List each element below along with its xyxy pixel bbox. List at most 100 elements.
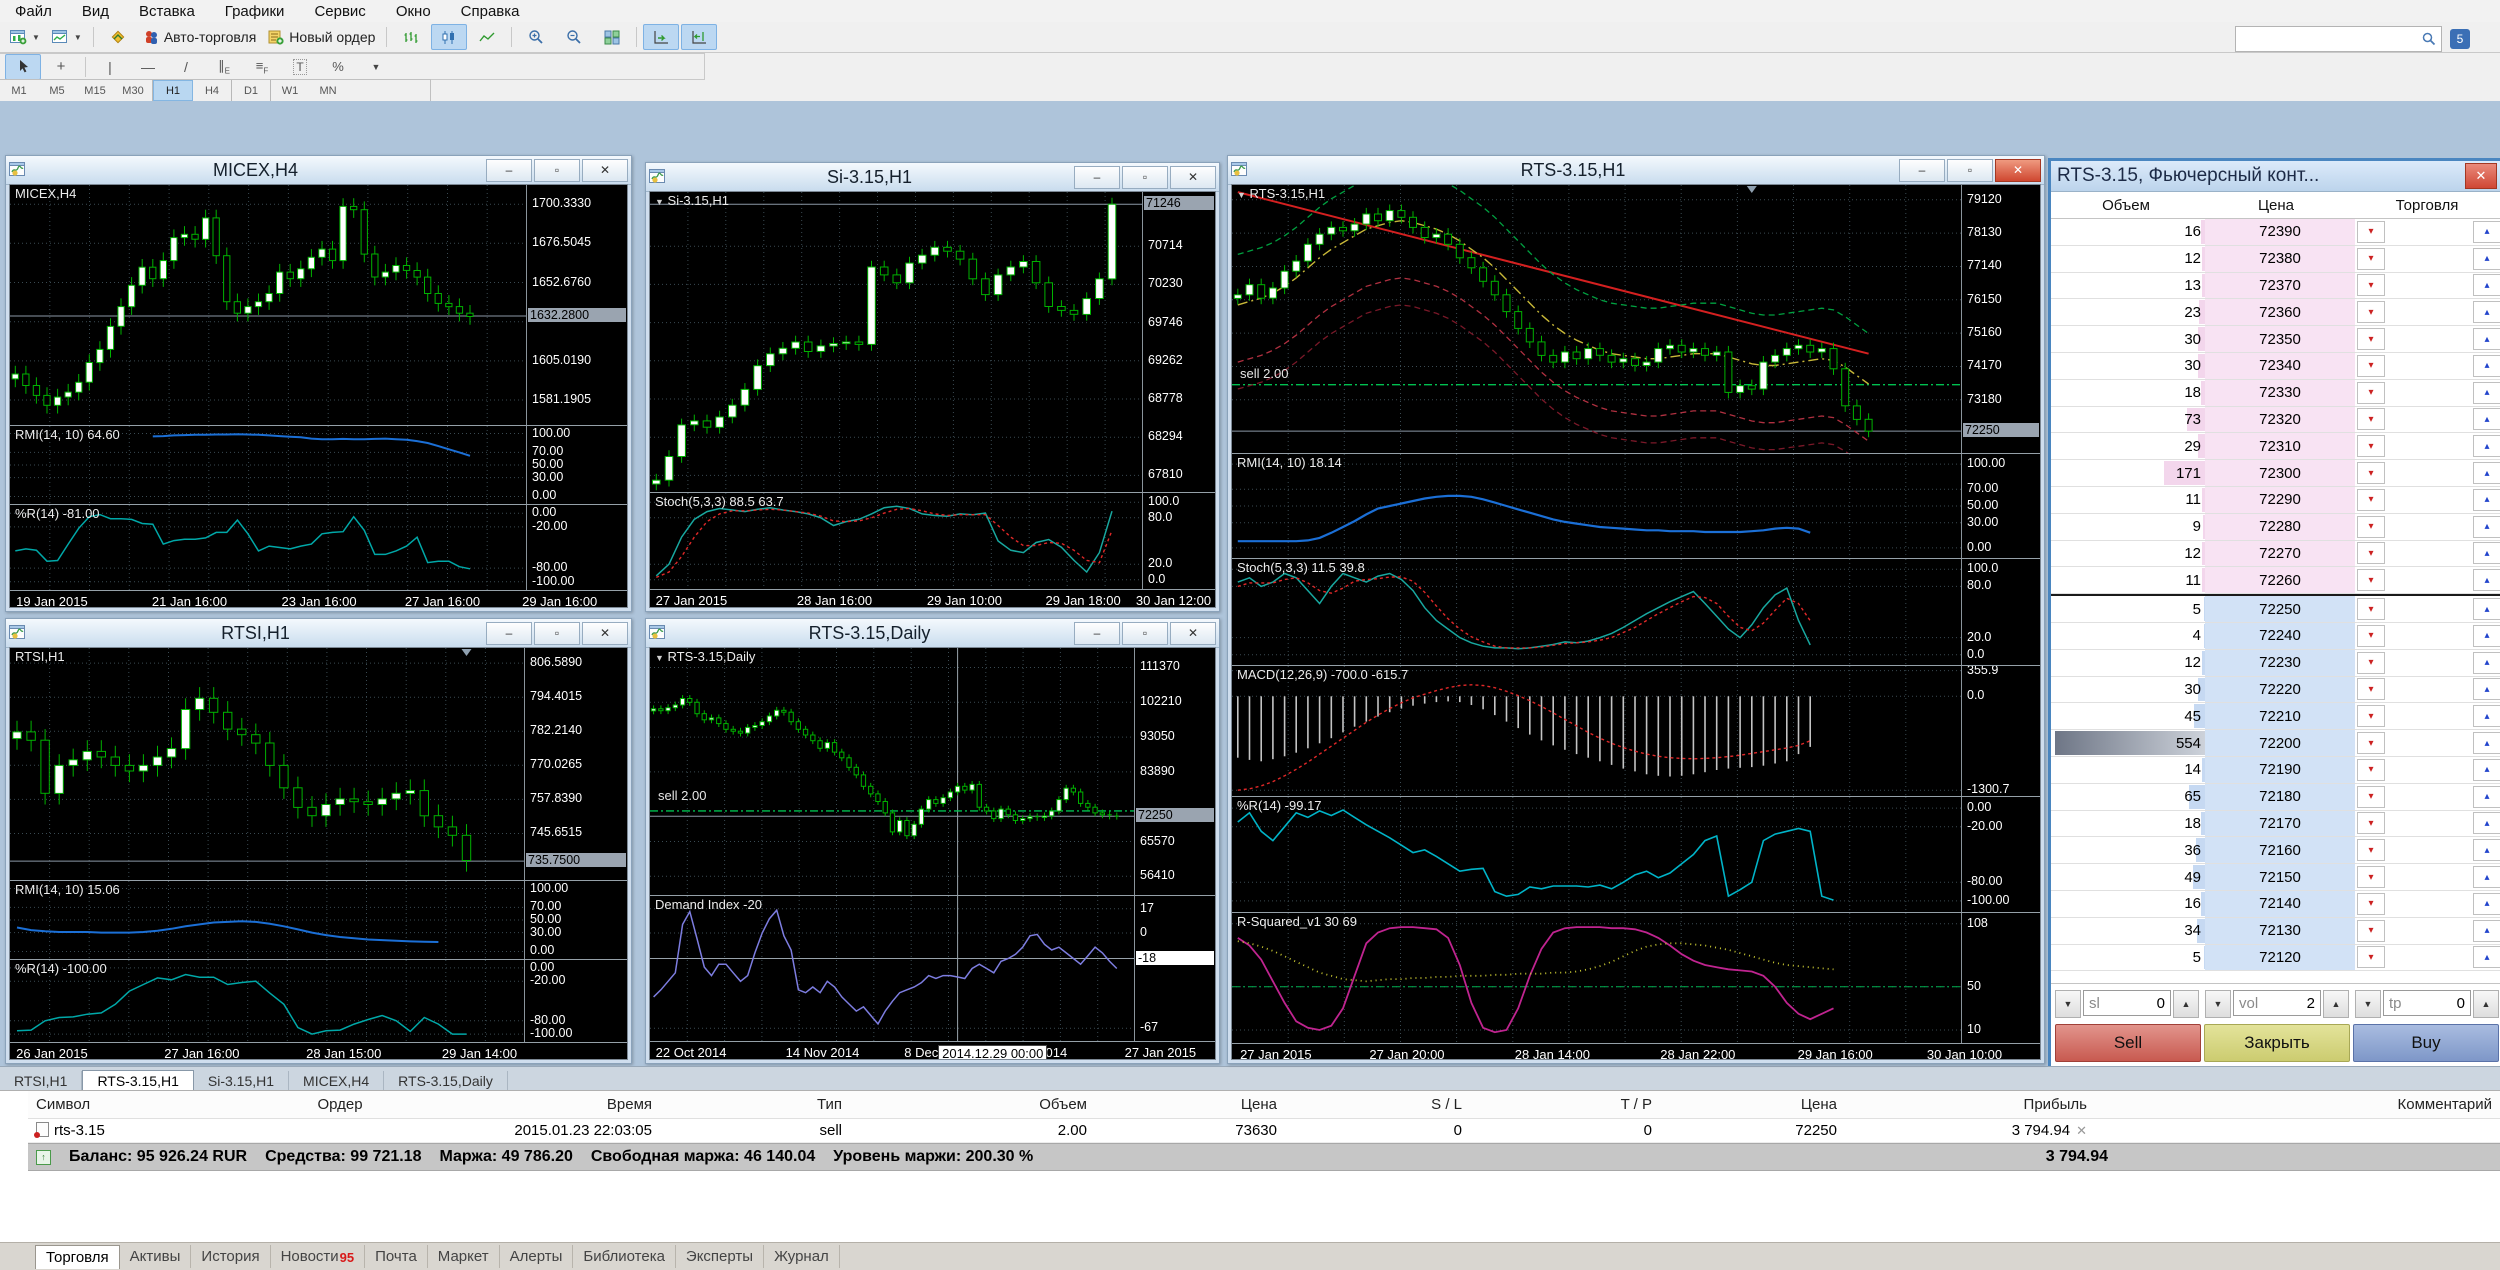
sell-at-72230-icon[interactable]: ▾	[2357, 652, 2385, 674]
chart-body-micex[interactable]: MICEX,H41700.33301676.50451652.67601605.…	[9, 184, 628, 608]
timeframe-M1[interactable]: M1	[0, 80, 38, 101]
menu-item-2[interactable]: Вставка	[124, 3, 210, 20]
sell-at-72190-icon[interactable]: ▾	[2357, 759, 2385, 781]
dom-price[interactable]: 72320	[2205, 407, 2355, 433]
timeframe-M30[interactable]: M30	[114, 80, 152, 101]
buy-at-72270-icon[interactable]: ▴	[2473, 542, 2500, 564]
buy-at-72330-icon[interactable]: ▴	[2473, 382, 2500, 404]
buy-at-72370-icon[interactable]: ▴	[2473, 274, 2500, 296]
minimize-icon[interactable]: –	[1899, 159, 1945, 182]
maximize-icon[interactable]: ▫	[534, 159, 580, 182]
price-scale[interactable]: 100.080.020.00.0	[1961, 559, 2040, 665]
dom-price[interactable]: 72150	[2205, 864, 2355, 890]
dom-price[interactable]: 72360	[2205, 299, 2355, 325]
buy-button[interactable]: Buy	[2353, 1024, 2499, 1062]
chart-tab-RTS-3.15,Daily[interactable]: RTS-3.15,Daily	[384, 1071, 508, 1091]
dom-price[interactable]: 72160	[2205, 837, 2355, 863]
trade-col-8[interactable]: Цена	[1660, 1091, 1845, 1118]
time-axis[interactable]: 22 Oct 201414 Nov 20148 Dec2014.12.29 00…	[650, 1042, 1215, 1060]
dom-price[interactable]: 72170	[2205, 811, 2355, 837]
timeframe-W1[interactable]: W1	[271, 80, 309, 101]
timeframe-M5[interactable]: M5	[38, 80, 76, 101]
dom-price[interactable]: 72250	[2205, 596, 2355, 622]
price-scale[interactable]: 100.0070.0050.0030.000.00	[526, 426, 627, 504]
sell-at-72310-icon[interactable]: ▾	[2357, 435, 2385, 457]
chart-body-si[interactable]: ▼ Si-3.15,H17071470230697466926268778682…	[649, 191, 1216, 608]
equidistant-channel-tool-button[interactable]: ∥E	[206, 54, 242, 80]
close-icon[interactable]: ✕	[1170, 166, 1216, 189]
dom-price[interactable]: 72180	[2205, 784, 2355, 810]
toolbox-tab-Маркет[interactable]: Маркет	[428, 1245, 500, 1268]
dom-price[interactable]: 72280	[2205, 514, 2355, 540]
trade-col-1[interactable]: Ордер	[260, 1091, 420, 1118]
menu-item-4[interactable]: Сервис	[299, 3, 380, 20]
timeframe-M15[interactable]: M15	[76, 80, 114, 101]
vline-tool-button[interactable]: |	[92, 54, 128, 80]
dom-price[interactable]: 72270	[2205, 541, 2355, 567]
chart-panel-rts-2[interactable]: Stoch(5,3,3) 11.5 39.8100.080.020.00.0	[1232, 559, 2040, 666]
menu-item-5[interactable]: Окно	[381, 3, 446, 20]
mql5-community-icon[interactable]: 5	[2450, 29, 2470, 49]
buy-at-72210-icon[interactable]: ▴	[2473, 705, 2500, 727]
price-scale[interactable]: 100.080.020.00.0	[1142, 493, 1215, 589]
sell-at-72220-icon[interactable]: ▾	[2357, 678, 2385, 700]
chart-panel-rtsi-0[interactable]: RTSI,H1806.5890794.4015782.2140770.02657…	[10, 648, 627, 881]
toolbox-tab-История[interactable]: История	[191, 1245, 270, 1268]
vol-up-icon[interactable]: ▲	[2323, 990, 2349, 1018]
chart-panel-daily-1[interactable]: Demand Index -20170-67-18	[650, 896, 1215, 1042]
search-box[interactable]	[2235, 26, 2442, 52]
buy-at-72260-icon[interactable]: ▴	[2473, 569, 2500, 591]
new-chart-button[interactable]: ▼	[5, 24, 45, 50]
chart-panel-micex-0[interactable]: MICEX,H41700.33301676.50451652.67601605.…	[10, 185, 627, 426]
price-scale[interactable]: 1085010	[1961, 913, 2040, 1043]
dom-price[interactable]: 72310	[2205, 433, 2355, 459]
timeframe-D1[interactable]: D1	[232, 80, 270, 101]
minimize-icon[interactable]: –	[486, 159, 532, 182]
toolbox-tab-Почта[interactable]: Почта	[365, 1245, 428, 1268]
trade-col-4[interactable]: Объем	[850, 1091, 1095, 1118]
tp-up-icon[interactable]: ▲	[2473, 990, 2499, 1018]
buy-at-72230-icon[interactable]: ▴	[2473, 652, 2500, 674]
vol-down-icon[interactable]: ▼	[2205, 990, 2231, 1018]
buy-at-72340-icon[interactable]: ▴	[2473, 355, 2500, 377]
sell-button[interactable]: Sell	[2055, 1024, 2201, 1062]
buy-at-72350-icon[interactable]: ▴	[2473, 328, 2500, 350]
time-axis[interactable]: 19 Jan 201521 Jan 16:0023 Jan 16:0027 Ja…	[10, 591, 627, 608]
dom-price[interactable]: 72390	[2205, 219, 2355, 245]
new-order-button[interactable]: Новый ордер	[263, 24, 380, 50]
toolbox-tab-Активы[interactable]: Активы	[120, 1245, 192, 1268]
sell-at-72340-icon[interactable]: ▾	[2357, 355, 2385, 377]
price-scale[interactable]: 1700.33301676.50451652.67601605.01901581…	[526, 185, 627, 425]
chart-window-rtsi[interactable]: RTSI,H1 – ▫ ✕ RTSI,H1806.5890794.4015782…	[5, 618, 632, 1064]
trade-col-10[interactable]: Комментарий	[2095, 1091, 2500, 1118]
tp-spinner[interactable]: ▼ tp0 ▲	[2355, 990, 2499, 1018]
sell-at-72200-icon[interactable]: ▾	[2357, 732, 2385, 754]
timeframe-H4[interactable]: H4	[193, 80, 231, 101]
dom-price[interactable]: 72370	[2205, 273, 2355, 299]
chart-panel-si-0[interactable]: ▼ Si-3.15,H17071470230697466926268778682…	[650, 192, 1215, 493]
maximize-icon[interactable]: ▫	[534, 622, 580, 645]
price-scale[interactable]: 0.00-20.00-80.00-100.00	[526, 505, 627, 590]
price-scale[interactable]: 0.00-20.00-80.00-100.00	[1961, 797, 2040, 912]
zoom-out-button[interactable]	[556, 24, 592, 50]
trade-col-9[interactable]: Прибыль	[1845, 1091, 2095, 1118]
price-scale[interactable]: 1113701022109305083890655705641072250	[1134, 648, 1215, 895]
sell-at-72150-icon[interactable]: ▾	[2357, 866, 2385, 888]
minimize-icon[interactable]: –	[1074, 622, 1120, 645]
close-icon[interactable]: ✕	[1995, 159, 2041, 182]
sell-at-72240-icon[interactable]: ▾	[2357, 625, 2385, 647]
dom-price[interactable]: 72120	[2205, 945, 2355, 971]
fibonacci-tool-button[interactable]: ≡F	[244, 54, 280, 80]
chart-panel-micex-2[interactable]: %R(14) -81.000.00-20.00-80.00-100.00	[10, 505, 627, 591]
chart-panel-rts-3[interactable]: MACD(12,26,9) -700.0 -615.7355.90.0-1300…	[1232, 666, 2040, 797]
buy-at-72200-icon[interactable]: ▴	[2473, 732, 2500, 754]
tp-down-icon[interactable]: ▼	[2355, 990, 2381, 1018]
chart-body-rtsi[interactable]: RTSI,H1806.5890794.4015782.2140770.02657…	[9, 647, 628, 1060]
chart-panel-rts-0[interactable]: ▼ RTS-3.15,H1sell 2.00791207813077140761…	[1232, 185, 2040, 454]
close-position-icon[interactable]: ✕	[2076, 1123, 2087, 1138]
toolbox-tab-Торговля[interactable]: Торговля	[35, 1245, 120, 1269]
dropdown-tool-button[interactable]: ▼	[358, 54, 394, 80]
dom-price[interactable]: 72380	[2205, 246, 2355, 272]
buy-at-72320-icon[interactable]: ▴	[2473, 408, 2500, 430]
sell-at-72210-icon[interactable]: ▾	[2357, 705, 2385, 727]
